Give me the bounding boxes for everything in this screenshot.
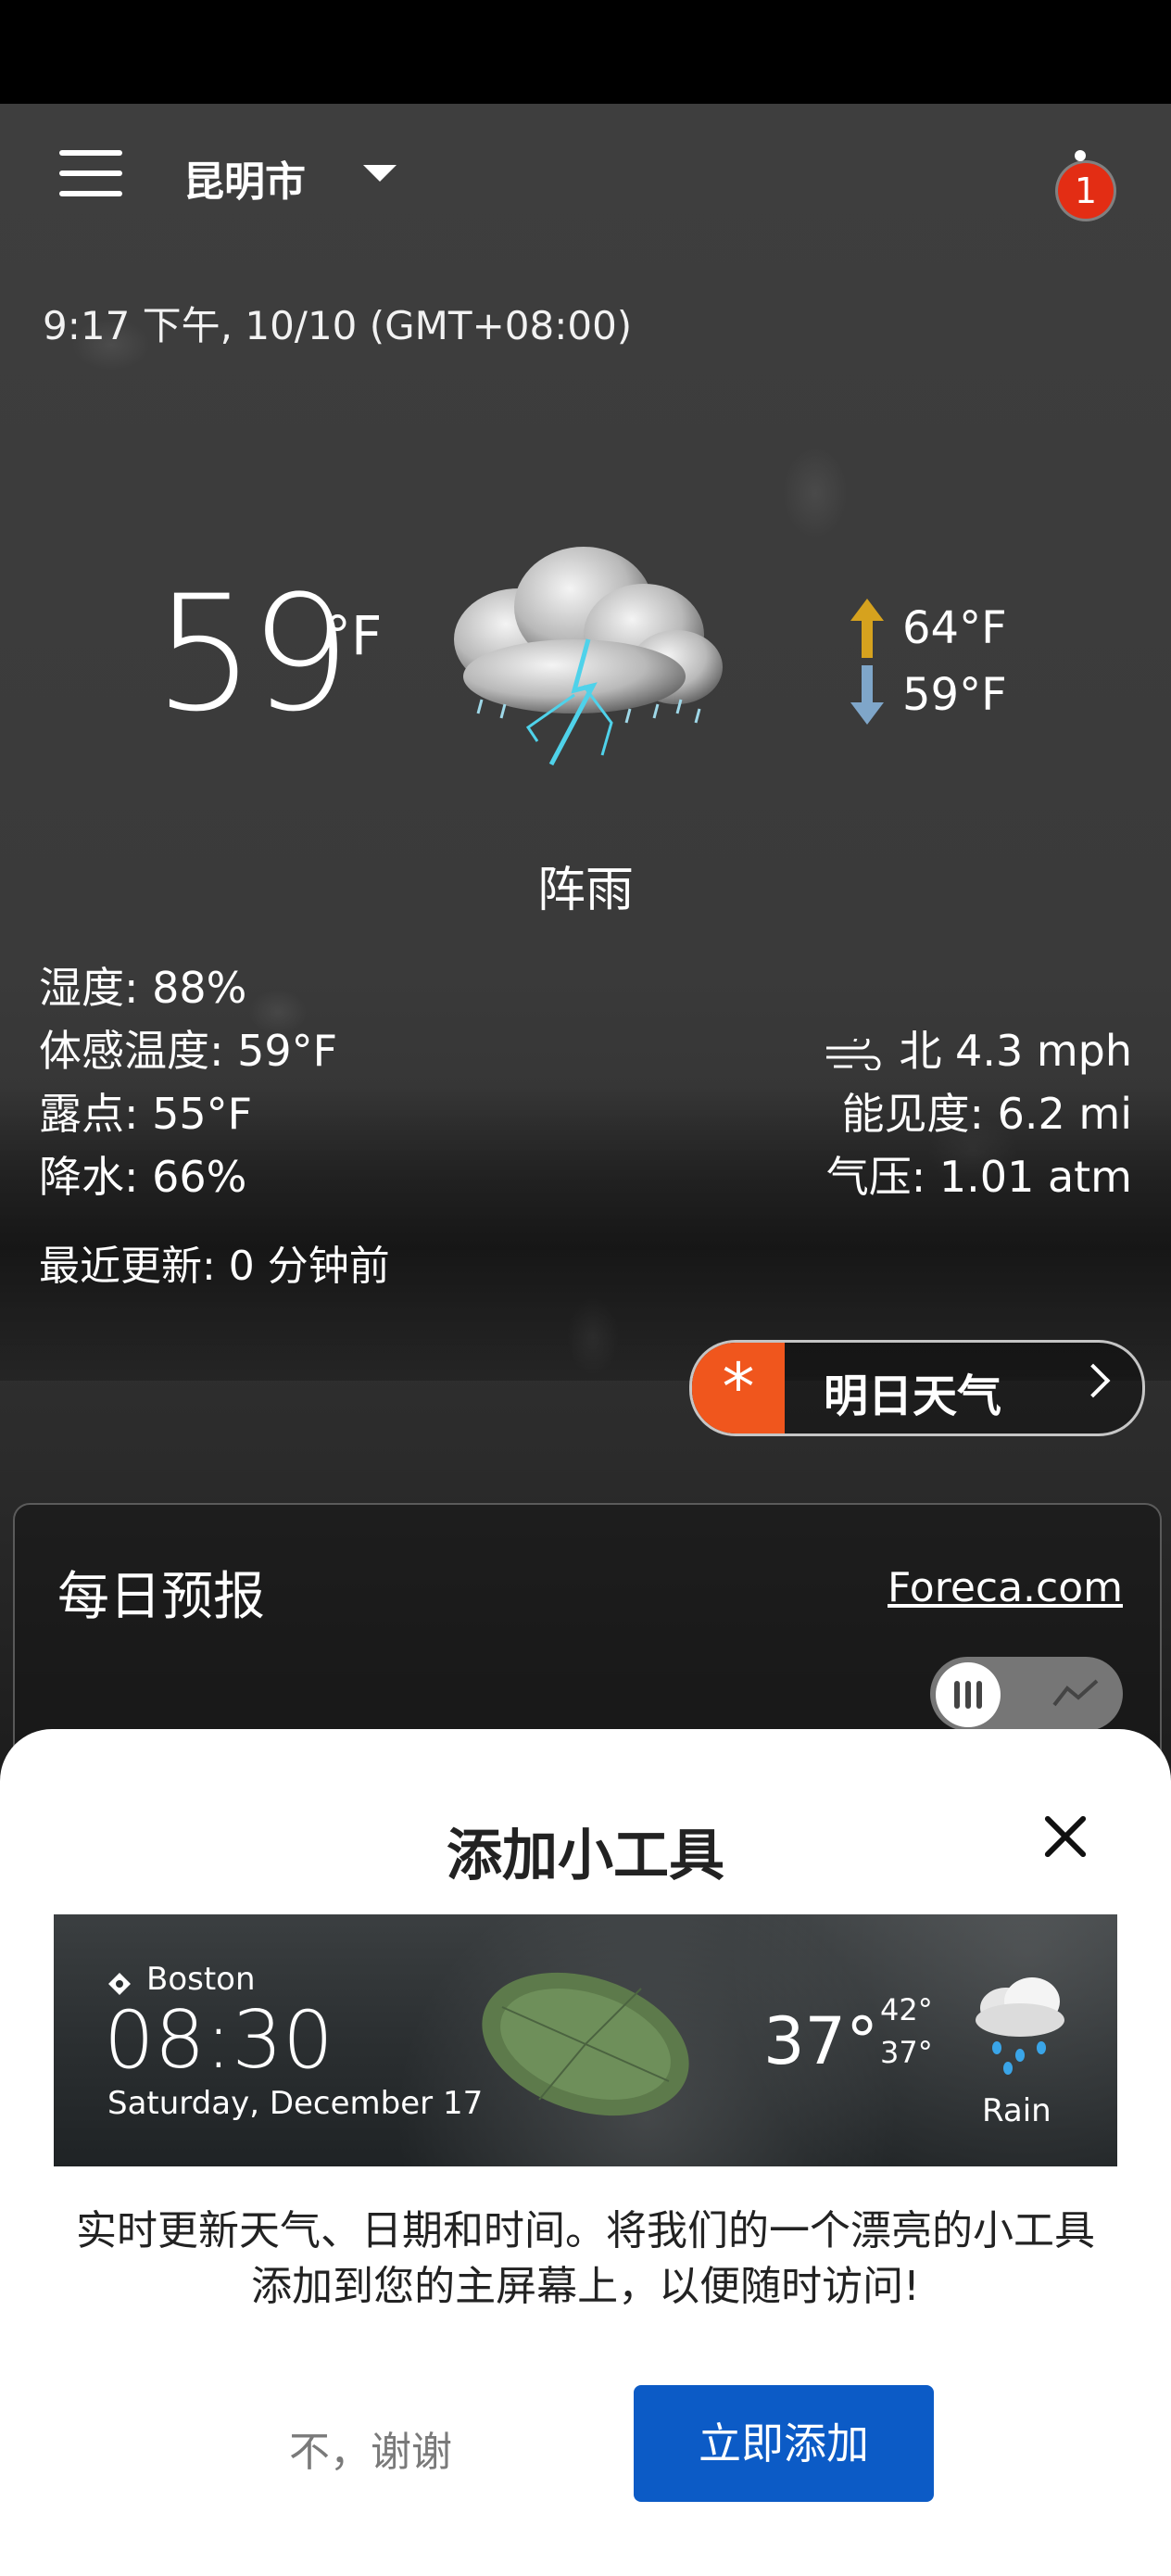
low-temp-row: 59°F <box>843 660 1121 726</box>
dew-point: 露点: 55°F <box>39 1089 253 1139</box>
star-icon: * <box>722 1349 755 1425</box>
add-widget-sheet: 添加小工具 Boston 08:30 Saturday, December 17… <box>0 1729 1171 2576</box>
star-icon-box: * <box>692 1343 785 1433</box>
current-temperature: 59 <box>154 561 351 747</box>
humidity: 湿度: 88% <box>39 963 247 1013</box>
precipitation: 降水: 66% <box>39 1152 247 1202</box>
add-now-button[interactable]: 立即添加 <box>634 2385 934 2502</box>
location-icon <box>108 1973 131 1995</box>
details-left: 湿度: 88% 体感温度: 59°F 露点: 55°F 降水: 66% <box>39 956 337 1208</box>
lotus-leaf-image <box>482 1972 689 2116</box>
arrow-down-icon <box>850 665 884 725</box>
app-header: 昆明市 1 <box>0 139 1171 219</box>
notification-button[interactable]: 1 <box>1058 150 1119 224</box>
status-bar <box>0 0 1171 104</box>
high-temp: 64°F <box>902 602 1007 654</box>
close-icon[interactable] <box>1039 1811 1091 1863</box>
temperature-unit: °F <box>324 604 383 667</box>
sheet-description: 实时更新天气、日期和时间。将我们的一个漂亮的小工具添加到您的主屏幕上，以便随时访… <box>76 2207 1095 2310</box>
bar-view-icon[interactable] <box>936 1662 1001 1727</box>
visibility: 能见度: 6.2 mi <box>841 1089 1133 1139</box>
preview-time: 08:30 <box>104 1994 334 2087</box>
tomorrow-weather-button[interactable]: * 明日天气 <box>689 1340 1145 1436</box>
wind-icon <box>826 1038 881 1070</box>
arrow-up-icon <box>850 599 884 658</box>
preview-condition: Rain <box>982 2092 1051 2129</box>
preview-date: Saturday, December 17 <box>107 2085 484 2122</box>
city-name[interactable]: 昆明市 <box>183 148 306 208</box>
hamburger-menu-icon[interactable] <box>59 150 122 196</box>
preview-location: Boston <box>146 1961 256 1998</box>
pressure: 气压: 1.01 atm <box>825 1152 1132 1202</box>
high-low-temps: 64°F 59°F <box>843 593 1121 726</box>
forecast-source-link[interactable]: Foreca.com <box>888 1564 1123 1611</box>
tomorrow-weather-label: 明日天气 <box>824 1370 1002 1422</box>
rain-cloud-icon <box>976 1977 1064 2075</box>
overflow-dot-icon <box>1075 150 1086 161</box>
city-dropdown-caret-icon[interactable] <box>363 165 397 182</box>
chevron-right-icon <box>1076 1363 1111 1398</box>
wind-row: 北 4.3 mph <box>825 1019 1132 1082</box>
widget-preview-image: Boston 08:30 Saturday, December 17 37° 4… <box>54 1914 1117 2166</box>
preview-high: 42° <box>880 1992 933 2027</box>
chart-view-toggle[interactable] <box>930 1657 1123 1731</box>
feels-like: 体感温度: 59°F <box>39 1026 338 1076</box>
sheet-title: 添加小工具 <box>447 1824 724 1888</box>
low-temp: 59°F <box>902 669 1007 721</box>
wind: 北 4.3 mph <box>899 1026 1132 1076</box>
condition-text: 阵雨 <box>536 863 634 918</box>
daily-forecast-title: 每日预报 <box>57 1567 265 1627</box>
preview-temp: 37° <box>763 2003 879 2079</box>
notification-badge: 1 <box>1058 163 1114 219</box>
last-updated: 最近更新: 0 分钟前 <box>39 1243 390 1290</box>
line-chart-icon[interactable] <box>1051 1675 1102 1712</box>
preview-low: 37° <box>880 2035 933 2070</box>
details-right: 北 4.3 mph 能见度: 6.2 mi 气压: 1.01 atm <box>825 1019 1132 1208</box>
local-datetime: 9:17 下午, 10/10 (GMT+08:00) <box>43 303 633 348</box>
no-thanks-button[interactable]: 不，谢谢 <box>278 2418 463 2478</box>
thunderstorm-cloud-icon <box>454 547 723 766</box>
high-temp-row: 64°F <box>843 593 1121 660</box>
